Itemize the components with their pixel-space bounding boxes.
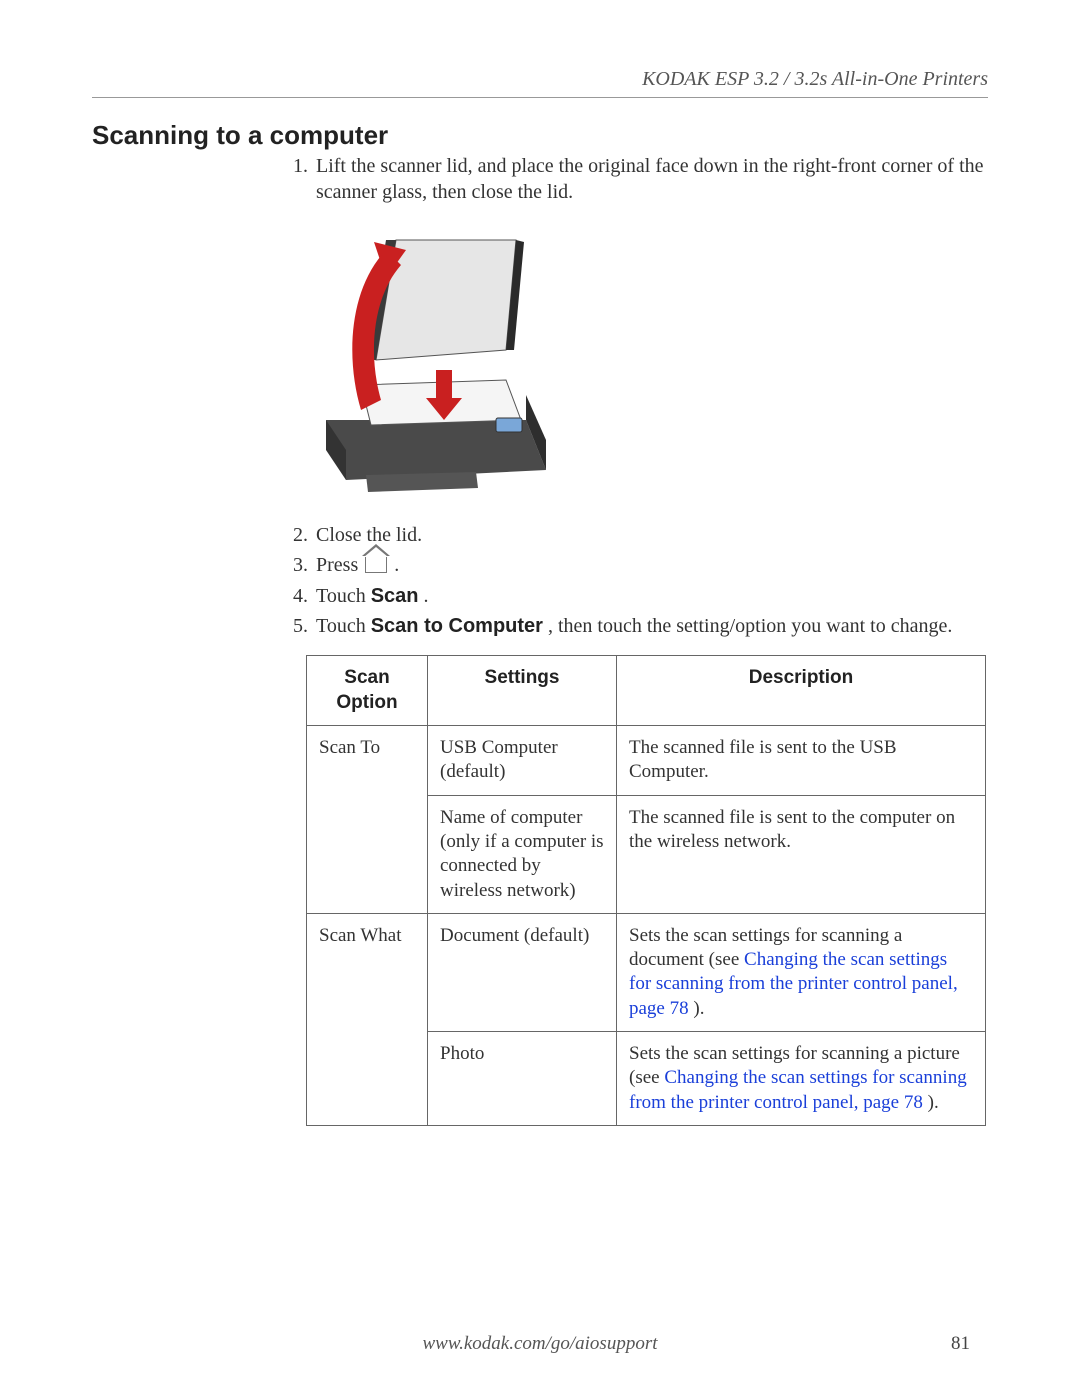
section-title: Scanning to a computer <box>92 120 988 151</box>
step-3-text-a: Press <box>316 554 363 576</box>
r4c3-b: ). <box>928 1092 939 1113</box>
step-2-number: 2. <box>282 522 308 548</box>
step-2-text: Close the lid. <box>316 522 988 548</box>
body-block: 1. Lift the scanner lid, and place the o… <box>282 153 988 1126</box>
r3c3-b: ). <box>693 998 704 1019</box>
step-5-text: Touch Scan to Computer , then touch the … <box>316 613 988 639</box>
step-4: 4. Touch Scan . <box>282 583 988 609</box>
footer-url: www.kodak.com/go/aiosupport <box>0 1333 1080 1355</box>
cell-usb-desc: The scanned file is sent to the USB Comp… <box>617 725 986 795</box>
table-row: Scan What Document (default) Sets the sc… <box>307 913 986 1031</box>
step-4-bold: Scan <box>371 585 419 607</box>
step-1-text: Lift the scanner lid, and place the orig… <box>316 153 988 206</box>
step-5: 5. Touch Scan to Computer , then touch t… <box>282 613 988 639</box>
col-description: Description <box>617 656 986 726</box>
cell-usb-computer: USB Computer (default) <box>428 725 617 795</box>
cell-name-of-computer: Name of computer (only if a computer is … <box>428 795 617 913</box>
cell-document-desc: Sets the scan settings for scanning a do… <box>617 913 986 1031</box>
running-head: KODAK ESP 3.2 / 3.2s All-in-One Printers <box>92 68 988 91</box>
step-4-number: 4. <box>282 583 308 609</box>
step-3-text: Press . <box>316 552 988 578</box>
cell-photo-desc: Sets the scan settings for scanning a pi… <box>617 1032 986 1126</box>
col-settings: Settings <box>428 656 617 726</box>
cell-photo: Photo <box>428 1032 617 1126</box>
printer-illustration <box>306 220 566 510</box>
step-5-number: 5. <box>282 613 308 639</box>
step-4-text: Touch Scan . <box>316 583 988 609</box>
cell-wireless-desc: The scanned file is sent to the computer… <box>617 795 986 913</box>
table-row: Scan To USB Computer (default) The scann… <box>307 725 986 795</box>
step-3: 3. Press . <box>282 552 988 578</box>
header-rule <box>92 97 988 98</box>
step-4-text-c: . <box>424 585 429 607</box>
step-1-number: 1. <box>282 153 308 206</box>
link-scan-settings-photo[interactable]: Changing the scan settings for scanning … <box>629 1067 967 1112</box>
options-table: Scan Option Settings Description Scan To… <box>306 655 986 1126</box>
home-icon <box>365 556 387 573</box>
step-4-text-a: Touch <box>316 585 371 607</box>
cell-scan-what: Scan What <box>307 913 428 1125</box>
step-5-text-a: Touch <box>316 615 371 637</box>
step-5-text-c: , then touch the setting/option you want… <box>548 615 952 637</box>
cell-scan-to: Scan To <box>307 725 428 913</box>
step-5-bold: Scan to Computer <box>371 615 543 637</box>
col-scan-option: Scan Option <box>307 656 428 726</box>
page-number: 81 <box>951 1333 970 1355</box>
step-3-text-b: . <box>394 554 399 576</box>
step-1: 1. Lift the scanner lid, and place the o… <box>282 153 988 206</box>
cell-document: Document (default) <box>428 913 617 1031</box>
step-3-number: 3. <box>282 552 308 578</box>
